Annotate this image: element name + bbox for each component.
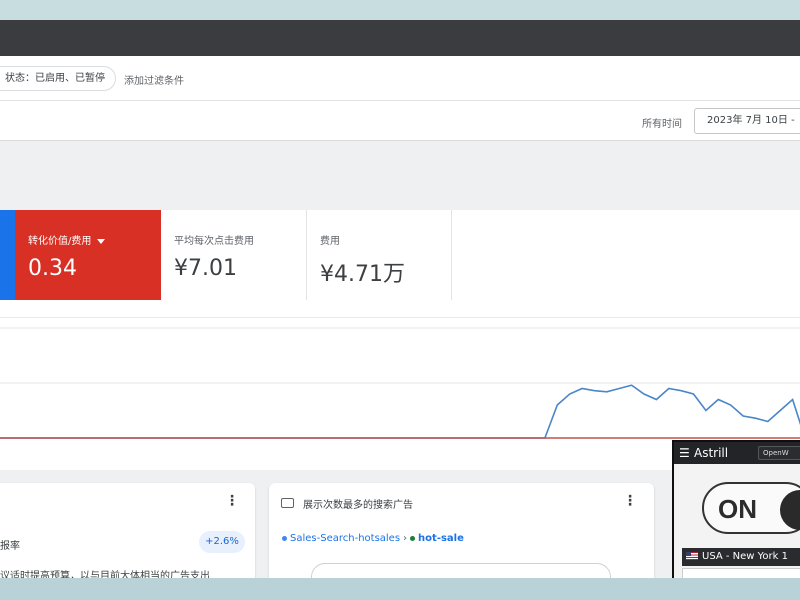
status-filter-chip[interactable]: 状态：已启用、已暂停 xyxy=(0,66,116,91)
breadcrumb: Sales-Search-hotsales › hot-sale xyxy=(282,533,464,544)
toggle-label: ON xyxy=(718,494,757,524)
date-range-label: 所有时间 xyxy=(642,119,682,130)
background-bottom xyxy=(0,578,800,600)
menu-icon[interactable]: ☰ xyxy=(679,446,690,460)
metric-label: 转化价值/费用 xyxy=(28,232,106,247)
metric-label: 平均每次点击费用 xyxy=(174,236,254,247)
filter-bar: 状态：已启用、已暂停 添加过滤条件 xyxy=(0,56,800,101)
card-title: 展示次数最多的搜索广告 xyxy=(303,500,413,511)
metric-value: ¥7.01 xyxy=(174,256,237,281)
ad-preview-icon xyxy=(281,498,294,508)
content-spacer xyxy=(0,141,800,210)
metric-label: 费用 xyxy=(320,236,340,247)
metric-card-avg-cpc[interactable]: 平均每次点击费用 ¥7.01 xyxy=(161,210,307,300)
metric-value: 0.34 xyxy=(28,256,77,281)
astrill-vpn-widget: ☰ Astrill OpenW ON USA - New York 1 xyxy=(672,440,800,582)
more-options-icon[interactable]: ⋮ xyxy=(225,493,239,509)
protocol-selector[interactable]: OpenW xyxy=(758,446,800,460)
metric-value: ¥4.71万 xyxy=(320,262,405,287)
series-line-0 xyxy=(0,384,800,439)
recommendation-card: ⋮ 报率 +2.6% 议适时提高预算，以与目前大体相当的广告支出 xyxy=(0,483,255,593)
card-subtitle: 报率 xyxy=(0,541,20,552)
campaign-dot-icon xyxy=(282,535,287,541)
toggle-knob[interactable] xyxy=(780,490,800,530)
top-app-bar xyxy=(0,20,800,56)
astrill-body: ON USA - New York 1 xyxy=(674,464,800,582)
metric-card-cost[interactable]: 费用 ¥4.71万 xyxy=(307,210,452,300)
metric-card-conv-value-cost[interactable]: 转化价值/费用 0.34 xyxy=(15,210,161,300)
ad-group-link[interactable]: hot-sale xyxy=(418,533,464,544)
dropdown-arrow-icon[interactable] xyxy=(97,238,106,244)
background-top xyxy=(0,0,800,20)
date-range-picker[interactable]: 2023年 7月 10日 - xyxy=(694,108,800,134)
date-bar: 所有时间 2023年 7月 10日 - xyxy=(0,101,800,141)
top-search-ads-card: 展示次数最多的搜索广告 ⋮ Sales-Search-hotsales › hot-… xyxy=(269,483,654,593)
add-filter-link[interactable]: 添加过滤条件 xyxy=(124,72,184,87)
vpn-toggle[interactable]: ON xyxy=(702,482,800,534)
breadcrumb-separator: › xyxy=(403,533,408,544)
ad-group-dot-icon xyxy=(410,535,416,541)
campaign-link[interactable]: Sales-Search-hotsales xyxy=(290,533,400,544)
astrill-title: Astrill xyxy=(694,446,729,460)
usa-flag-icon xyxy=(686,552,698,560)
metric-card-blue[interactable] xyxy=(0,210,15,300)
server-selector[interactable]: USA - New York 1 xyxy=(682,548,800,566)
more-options-icon[interactable]: ⋮ xyxy=(623,493,637,509)
percent-badge: +2.6% xyxy=(199,531,245,553)
astrill-header: ☰ Astrill OpenW xyxy=(674,442,800,464)
